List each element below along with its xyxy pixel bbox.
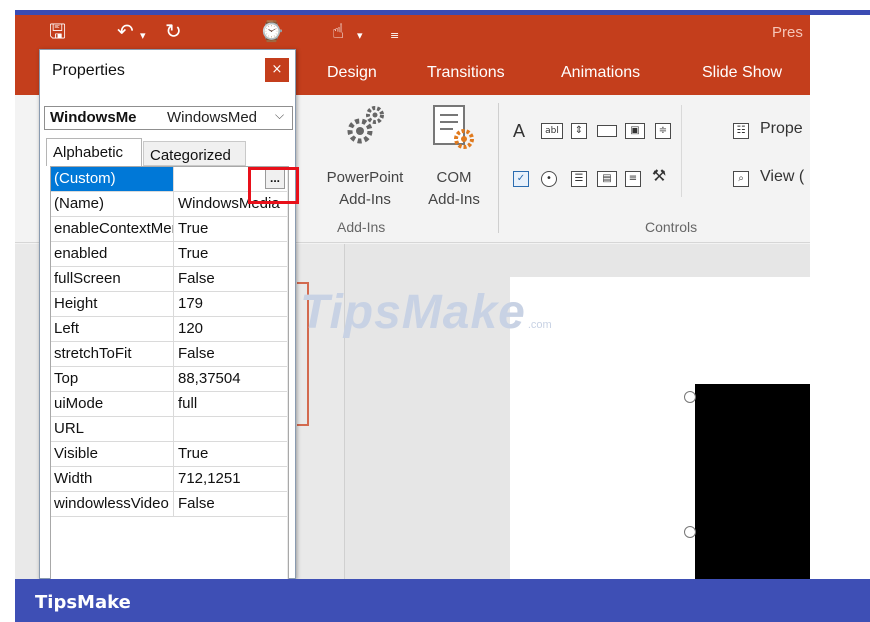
properties-title: Properties [52, 62, 125, 79]
document-title: Pres [772, 24, 803, 41]
property-name: enableContextMenu [51, 217, 174, 241]
redo-icon[interactable]: ↻ [165, 19, 182, 43]
property-name: windowlessVideo [51, 492, 174, 516]
property-row[interactable]: windowlessVideo False [51, 492, 287, 517]
image-control-icon[interactable]: ▣ [625, 123, 645, 139]
listbox-control-icon[interactable]: ☰ [571, 171, 587, 187]
close-icon[interactable]: × [265, 58, 289, 82]
powerpoint-addins-button[interactable]: PowerPoint Add-Ins [315, 103, 415, 221]
label-control-icon[interactable]: A [513, 121, 525, 142]
screenshot-stage: 🖫 ↶ ▾ ↻ ⌚ ☝ ▾ ≡ Pres Design Transitions … [0, 0, 870, 622]
property-name: uiMode [51, 392, 174, 416]
checkbox-control-icon[interactable]: ✓ [513, 171, 529, 187]
property-value[interactable]: True [175, 442, 287, 466]
title-bar: 🖫 ↶ ▾ ↻ ⌚ ☝ ▾ ≡ Pres [15, 15, 810, 51]
scrollbar-control-icon[interactable]: ≑ [655, 123, 671, 139]
gear-icon [347, 106, 384, 144]
spin-button-control-icon[interactable]: ⇕ [571, 123, 587, 139]
property-value[interactable]: True [175, 217, 287, 241]
property-row[interactable]: Left 120 [51, 317, 287, 342]
property-name: Visible [51, 442, 174, 466]
property-name: Top [51, 367, 174, 391]
watermark-suffix: .com [527, 319, 552, 331]
powerpoint-addins-label: PowerPoint Add-Ins [326, 169, 404, 208]
property-name: fullScreen [51, 267, 174, 291]
object-name: WindowsMe [50, 109, 137, 126]
tab-categorized[interactable]: Categorized [143, 141, 246, 166]
object-selector[interactable]: WindowsMe WindowsMed ⌵ [44, 106, 293, 130]
property-name: stretchToFit [51, 342, 174, 366]
property-name: URL [51, 417, 174, 441]
property-row[interactable]: Top 88,37504 [51, 367, 287, 392]
properties-window: Properties × WindowsMe WindowsMed ⌵ Alph… [39, 49, 296, 580]
frame-control-icon[interactable]: ≡ [625, 171, 641, 187]
resize-handle-top-left[interactable] [684, 391, 696, 403]
option-button-control-icon[interactable]: • [541, 171, 557, 187]
tipsmake-watermark: TipsMake .com [300, 285, 552, 340]
com-addins-button[interactable]: COM Add-Ins [417, 103, 491, 221]
touch-mode-icon[interactable]: ☝ [332, 19, 344, 43]
property-value[interactable]: 88,37504 [175, 367, 287, 391]
addins-group-label: Add-Ins [337, 219, 386, 235]
property-row[interactable]: stretchToFit False [51, 342, 287, 367]
property-value[interactable]: True [175, 242, 287, 266]
property-name: (Name) [51, 192, 174, 216]
properties-button[interactable]: Prope [760, 120, 803, 138]
property-value[interactable]: False [175, 342, 287, 366]
command-button-control-icon[interactable] [597, 125, 617, 137]
footer-banner: TipsMake [15, 579, 870, 622]
controls-inner-separator [681, 105, 682, 197]
property-value[interactable]: 120 [175, 317, 287, 341]
view-code-icon[interactable]: ⌕ [733, 171, 749, 187]
property-name: (Custom) [51, 167, 174, 191]
property-name: enabled [51, 242, 174, 266]
property-grid-scrollbar[interactable] [287, 167, 288, 579]
combobox-control-icon[interactable]: ▤ [597, 171, 617, 187]
tab-animations[interactable]: Animations [561, 64, 640, 82]
property-row[interactable]: Visible True [51, 442, 287, 467]
property-value[interactable]: False [175, 492, 287, 516]
property-name: Width [51, 467, 174, 491]
com-addins-label: COM Add-Ins [428, 169, 480, 208]
tab-alphabetic[interactable]: Alphabetic [46, 138, 142, 166]
touch-dropdown-icon[interactable]: ▾ [357, 24, 363, 48]
chevron-down-icon[interactable]: ⌵ [275, 108, 284, 123]
tab-slide-show[interactable]: Slide Show [702, 64, 782, 82]
object-type: WindowsMed [167, 109, 258, 126]
property-grid: (Custom) ... (Name) WindowsMedia enableCo… [50, 166, 289, 580]
resize-handle-middle-left[interactable] [684, 526, 696, 538]
property-value[interactable]: full [175, 392, 287, 416]
property-row[interactable]: Width 712,1251 [51, 467, 287, 492]
tab-design[interactable]: Design [327, 64, 377, 82]
save-icon[interactable]: 🖫 [49, 19, 66, 43]
property-row[interactable]: fullScreen False [51, 267, 287, 292]
highlight-box [248, 167, 299, 204]
footer-brand: TipsMake [35, 592, 131, 613]
property-row[interactable]: enabled True [51, 242, 287, 267]
undo-icon[interactable]: ↶ [117, 19, 134, 43]
watermark-text: TipsMake [300, 286, 526, 339]
property-row[interactable]: Height 179 [51, 292, 287, 317]
customize-qat-icon[interactable]: ≡ [390, 24, 399, 48]
property-row[interactable]: enableContextMenuTrue [51, 217, 287, 242]
property-value[interactable] [175, 417, 287, 441]
tab-transitions[interactable]: Transitions [427, 64, 505, 82]
more-controls-icon[interactable]: ⚒ [649, 168, 669, 185]
property-value[interactable]: False [175, 267, 287, 291]
property-name: Height [51, 292, 174, 316]
textbox-control-icon[interactable]: abl [541, 123, 563, 139]
undo-dropdown-icon[interactable]: ▾ [140, 24, 146, 48]
group-separator [498, 103, 499, 233]
property-name: Left [51, 317, 174, 341]
property-row[interactable]: URL [51, 417, 287, 442]
com-addins-icon [433, 105, 474, 149]
controls-group-label: Controls [645, 219, 698, 235]
present-from-start-icon[interactable]: ⌚ [259, 19, 284, 43]
property-row[interactable]: uiMode full [51, 392, 287, 417]
property-value[interactable]: 712,1251 [175, 467, 287, 491]
windows-media-player-control[interactable] [695, 384, 810, 579]
property-value[interactable]: 179 [175, 292, 287, 316]
view-code-button[interactable]: View ( [760, 168, 804, 186]
properties-icon[interactable]: ☷ [733, 123, 749, 139]
